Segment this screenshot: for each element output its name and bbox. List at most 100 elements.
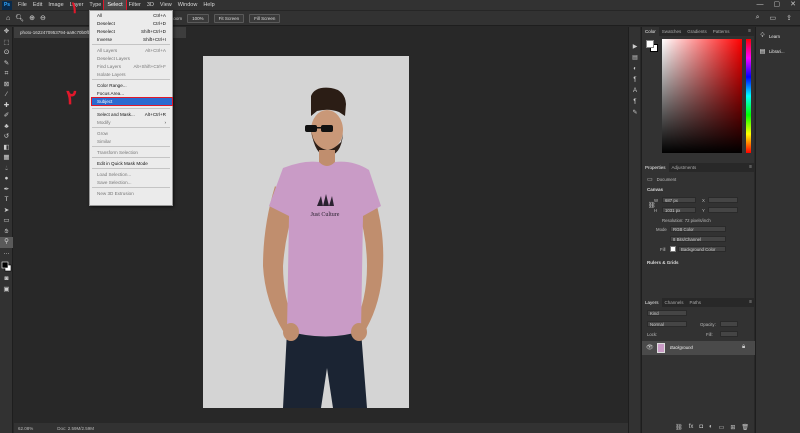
menu-item-deselect[interactable]: Deselect — [97, 21, 115, 26]
color-chips[interactable] — [646, 40, 658, 52]
quick-select-tool-icon[interactable]: ✎ — [0, 59, 13, 70]
tab-color[interactable]: Color — [642, 27, 659, 36]
menu-item-new-3d-extrusion[interactable]: New 3D Extrusion — [97, 191, 134, 196]
close-button[interactable]: ✕ — [790, 0, 796, 10]
para-style-icon[interactable]: ¶ — [629, 96, 641, 107]
gradient-tool-icon[interactable]: ▦ — [0, 153, 13, 164]
brush-tool-icon[interactable]: ✐ — [0, 111, 13, 122]
mode-select[interactable]: RGB Color — [670, 226, 726, 232]
minimize-button[interactable]: — — [757, 0, 764, 10]
panel-menu-icon[interactable]: ≡ — [749, 298, 752, 307]
pen-tool-icon[interactable]: ✒ — [0, 185, 13, 196]
menu-help[interactable]: Help — [200, 0, 217, 10]
document-photo[interactable]: Just Culture — [203, 56, 409, 408]
tab-properties[interactable]: Properties — [642, 163, 669, 172]
bit-depth-select[interactable]: 8 Bits/Channel — [670, 236, 726, 242]
panel-menu-icon[interactable]: ≡ — [748, 27, 751, 36]
menu-item-isolate-layers[interactable]: Isolate Layers — [97, 72, 126, 77]
healing-tool-icon[interactable]: ✚ — [0, 101, 13, 112]
menu-item-reselect[interactable]: Reselect — [97, 29, 115, 34]
opacity-field[interactable] — [720, 321, 738, 327]
menu-item-deselect-layers[interactable]: Deselect Layers — [97, 56, 130, 61]
history-panel-icon[interactable]: ▶ — [629, 41, 641, 52]
menu-item-quick-mask[interactable]: Edit in Quick Mask Mode — [97, 161, 148, 166]
crop-tool-icon[interactable]: ⌗ — [0, 69, 13, 80]
tab-swatches[interactable]: Swatches — [659, 27, 685, 36]
menu-edit[interactable]: Edit — [30, 0, 45, 10]
menu-3d[interactable]: 3D — [144, 0, 157, 10]
tools-panel-icon[interactable]: ✎ — [629, 107, 641, 118]
x-field[interactable] — [708, 197, 738, 203]
rulers-grids-heading[interactable]: Rulers & Grids — [647, 260, 679, 265]
canvas-heading[interactable]: Canvas — [647, 187, 663, 192]
menu-view[interactable]: View — [157, 0, 175, 10]
menu-select[interactable]: Select — [103, 0, 127, 11]
shape-tool-icon[interactable]: ▭ — [0, 216, 13, 227]
menu-type[interactable]: Type — [86, 0, 104, 10]
lasso-tool-icon[interactable]: ʘ — [0, 48, 13, 59]
menu-item-find-layers[interactable]: Find Layers — [97, 64, 121, 69]
quick-mask-icon[interactable]: ◙ — [0, 274, 13, 285]
home-icon[interactable]: ⌂ — [6, 15, 10, 22]
menu-item-focus-area[interactable]: Focus Area... — [97, 91, 124, 96]
blur-tool-icon[interactable]: 💧︎ — [0, 164, 13, 175]
adjustment-layer-icon[interactable]: ◐ — [709, 424, 713, 430]
menu-item-inverse[interactable]: Inverse — [97, 37, 112, 42]
menu-item-subject[interactable]: Subject — [97, 99, 112, 104]
hand-tool-icon[interactable]: ✋︎ — [0, 227, 13, 238]
menu-item-similar[interactable]: Similar — [97, 139, 111, 144]
zoom-tool-icon[interactable]: ⚲ — [0, 237, 13, 248]
layer-name[interactable]: Background — [670, 345, 693, 350]
path-select-icon[interactable]: ➤ — [0, 206, 13, 217]
link-layers-icon[interactable]: ⛓ — [675, 424, 683, 431]
menu-item-color-range[interactable]: Color Range... — [97, 83, 127, 88]
menu-filter[interactable]: Filter — [126, 0, 144, 10]
share-icon[interactable]: ⇪ — [786, 14, 792, 22]
menu-item-transform-selection[interactable]: Transform Selection — [97, 150, 138, 155]
fill-select[interactable]: Background Color — [678, 246, 726, 252]
tab-adjustments[interactable]: Adjustments — [669, 163, 700, 172]
y-field[interactable] — [708, 207, 738, 213]
eraser-tool-icon[interactable]: ◧ — [0, 143, 13, 154]
tab-channels[interactable]: Channels — [662, 298, 687, 307]
adjust-panel-icon[interactable]: ◐ — [629, 63, 641, 74]
history-brush-icon[interactable]: ↺ — [0, 132, 13, 143]
hue-slider[interactable] — [746, 39, 751, 153]
doc-size-readout[interactable]: Doc: 2.59M/2.59M — [57, 426, 94, 431]
zoom-tool-icon[interactable]: 🔍︎ — [15, 14, 24, 22]
fx-icon[interactable]: fx — [689, 424, 694, 430]
zoom-in-icon[interactable]: ⊕ — [29, 14, 35, 22]
group-icon[interactable]: ▭ — [719, 424, 725, 431]
zoom-readout[interactable]: 62.08% — [18, 426, 33, 431]
menu-item-all-layers[interactable]: All Layers — [97, 48, 117, 53]
workspace-icon[interactable]: ▭ — [770, 14, 777, 22]
height-field[interactable]: 1031 px — [662, 207, 696, 213]
menu-item-select-and-mask[interactable]: Select and Mask... — [97, 112, 135, 117]
tab-layers[interactable]: Layers — [642, 298, 662, 307]
fill-swatch[interactable] — [670, 246, 676, 252]
maximize-button[interactable]: ▢ — [774, 0, 781, 10]
fill-screen-button[interactable]: Fill Screen — [249, 13, 281, 23]
menu-item-all[interactable]: All — [97, 13, 102, 18]
menu-item-modify[interactable]: Modify — [97, 120, 111, 125]
search-icon[interactable]: ⌕ — [756, 14, 760, 22]
tab-patterns[interactable]: Patterns — [710, 27, 733, 36]
fg-bg-color-icon[interactable] — [1, 261, 12, 272]
fit-screen-button[interactable]: Fit Screen — [213, 13, 245, 23]
visibility-eye-icon[interactable]: 👁︎ — [646, 344, 654, 351]
paragraph-panel-icon[interactable]: ¶ — [629, 74, 641, 85]
menu-item-grow[interactable]: Grow — [97, 131, 108, 136]
libraries-button[interactable]: ▤ Librari... — [756, 45, 800, 57]
width-field[interactable]: 687 px — [662, 197, 696, 203]
swatch-panel-icon[interactable]: ▤ — [629, 52, 641, 63]
character-panel-icon[interactable]: A — [629, 85, 641, 96]
dodge-tool-icon[interactable]: ● — [0, 174, 13, 185]
screen-mode-icon[interactable]: ▣ — [0, 285, 13, 296]
type-tool-icon[interactable]: T — [0, 195, 13, 206]
learn-button[interactable]: 💡︎ Learn — [756, 30, 800, 42]
zoom-100-button[interactable]: 100% — [187, 13, 209, 23]
menu-image[interactable]: Image — [45, 0, 66, 10]
new-layer-icon[interactable]: ⊞ — [730, 424, 735, 431]
menu-item-save-selection[interactable]: Save Selection... — [97, 180, 131, 185]
tab-paths[interactable]: Paths — [687, 298, 705, 307]
